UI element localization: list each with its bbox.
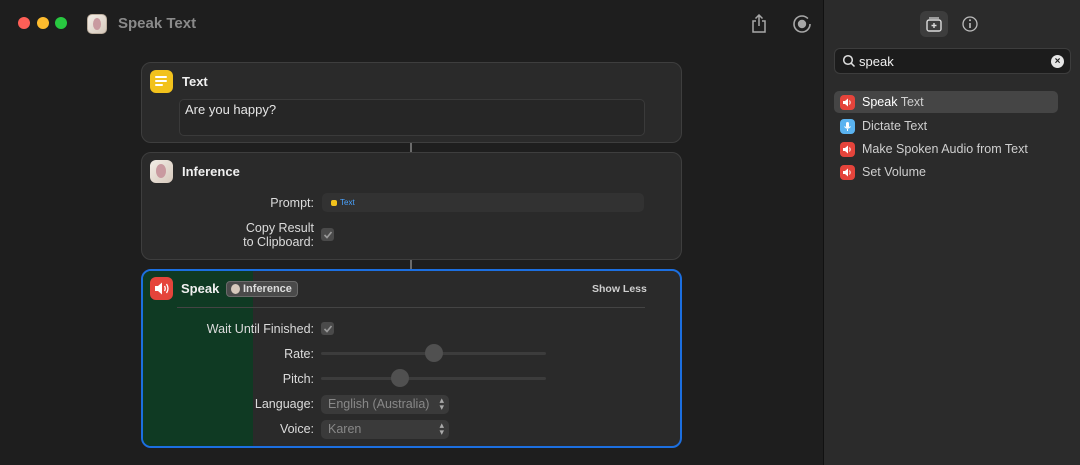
voice-label: Voice: (279, 422, 314, 436)
result-dictate-text[interactable]: Dictate Text (834, 115, 1058, 137)
result-match-text: Speak (862, 95, 898, 109)
checkmark-icon (323, 230, 332, 239)
pitch-slider-knob[interactable] (390, 369, 409, 387)
editor-area: Speak Text Text Are you happy? Inference (0, 0, 823, 465)
inference-action-card[interactable]: Inference Prompt: Text Copy Result to Cl… (141, 152, 682, 260)
tab-action-library[interactable] (920, 11, 948, 37)
speak-action-card[interactable]: Speak Inference Show Less Wait Until Fin… (141, 269, 682, 448)
share-button[interactable] (748, 13, 770, 35)
action-connector (410, 260, 412, 269)
divider (177, 307, 645, 308)
chevron-updown-icon: ▴ ▾ (439, 420, 444, 437)
mic-icon (840, 118, 855, 134)
prompt-field[interactable]: Text (322, 193, 644, 212)
brain-app-icon (87, 14, 107, 34)
brain-mini-icon (231, 284, 240, 294)
close-window-button[interactable] (18, 17, 30, 29)
language-popup[interactable]: English (Australia) ▴ ▾ (321, 395, 449, 414)
title-bar: Speak Text (0, 0, 823, 48)
language-value: English (Australia) (328, 397, 430, 411)
run-icon (793, 15, 811, 33)
tab-details[interactable] (956, 11, 984, 37)
run-button[interactable] (791, 13, 813, 35)
search-input[interactable]: speak (859, 54, 894, 69)
pitch-slider[interactable] (321, 377, 546, 380)
rate-slider-knob[interactable] (424, 344, 443, 362)
share-icon (752, 14, 766, 33)
action-library-sidebar: speak × Speak Text Dictate Text Make Spo… (823, 0, 1080, 465)
language-label: Language: (254, 397, 314, 411)
text-action-title: Text (182, 74, 208, 89)
add-action-icon (926, 17, 942, 32)
text-content-field[interactable]: Are you happy? (179, 99, 645, 136)
text-action-mini-icon (331, 199, 337, 206)
copy-to-clipboard-checkbox[interactable] (321, 228, 334, 241)
speaker-icon (840, 141, 855, 157)
action-connector (410, 143, 412, 152)
speak-action-title: Speak (181, 281, 220, 296)
result-label: Make Spoken Audio from Text (862, 142, 1028, 156)
inference-action-title: Inference (182, 164, 240, 179)
result-rest-text: Text (897, 95, 924, 109)
chevron-updown-icon: ▴ ▾ (439, 395, 444, 412)
result-label: Dictate Text (862, 119, 928, 133)
speaker-icon (840, 164, 855, 180)
result-set-volume[interactable]: Set Volume (834, 161, 1058, 183)
show-less-button[interactable]: Show Less (592, 283, 647, 295)
speaker-icon (840, 94, 855, 110)
zoom-window-button[interactable] (55, 17, 67, 29)
text-action-card[interactable]: Text Are you happy? (141, 62, 682, 143)
copy-to-clipboard-label: Copy Result to Clipboard: (222, 221, 314, 249)
search-field[interactable]: speak × (834, 48, 1071, 74)
minimize-window-button[interactable] (37, 17, 49, 29)
prompt-label: Prompt: (270, 196, 314, 210)
copy-label-line1: Copy Result (245, 221, 314, 235)
window-title: Speak Text (118, 15, 197, 32)
info-icon (962, 16, 978, 32)
inference-variable-label: Inference (243, 283, 292, 295)
result-speak-text[interactable]: Speak Text (834, 91, 1058, 113)
text-action-icon (150, 70, 173, 93)
search-icon (842, 54, 856, 68)
voice-popup[interactable]: Karen ▴ ▾ (321, 420, 449, 439)
brain-icon (150, 160, 173, 183)
wait-until-finished-checkbox[interactable] (321, 322, 334, 335)
checkmark-icon (323, 324, 332, 333)
pitch-label: Pitch: (282, 372, 314, 386)
inference-variable-token[interactable]: Inference (226, 281, 298, 297)
text-variable-label: Text (340, 198, 355, 207)
rate-label: Rate: (284, 347, 314, 361)
result-label: Set Volume (862, 165, 926, 179)
copy-label-line2: to Clipboard: (243, 235, 314, 249)
result-make-spoken-audio[interactable]: Make Spoken Audio from Text (834, 138, 1058, 160)
text-variable-token[interactable]: Text (331, 198, 355, 207)
voice-value: Karen (328, 422, 362, 436)
wait-until-finished-label: Wait Until Finished: (206, 322, 314, 336)
clear-icon[interactable]: × (1051, 55, 1064, 68)
result-label: Speak Text (862, 95, 924, 109)
speaker-icon (150, 277, 173, 300)
